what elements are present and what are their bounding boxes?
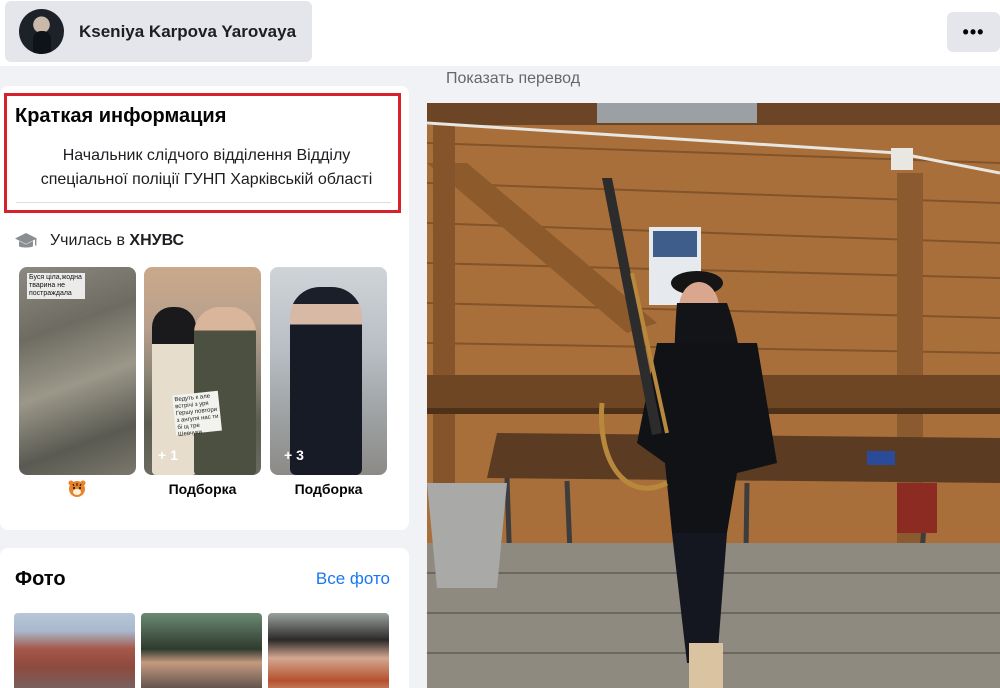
featured-item[interactable]: Буся ціла,жодна тварина не постраждала xyxy=(19,267,136,475)
show-translation-link[interactable]: Показать перевод xyxy=(446,70,580,88)
photos-title: Фото xyxy=(15,568,66,590)
photo-thumbnail[interactable] xyxy=(14,613,135,688)
all-photos-link[interactable]: Все фото xyxy=(316,569,390,589)
featured-count: + 1 xyxy=(158,447,178,463)
more-options-button[interactable]: ••• xyxy=(947,12,1000,52)
intro-bio: Начальник слідчого відділення Відділу сп… xyxy=(40,147,373,188)
education-row: Училась в ХНУВС xyxy=(14,229,184,253)
photo-thumbnail[interactable] xyxy=(268,613,389,688)
intro-card: Краткая информация Начальник слідчого ві… xyxy=(0,86,409,530)
featured-item[interactable]: Ведуть к але встрічі з уря Гершу повтори… xyxy=(144,267,261,475)
intro-title: Краткая информация xyxy=(15,105,227,127)
education-prefix: Училась в xyxy=(50,232,130,249)
avatar[interactable] xyxy=(19,9,64,54)
top-bar: Kseniya Karpova Yarovaya ••• xyxy=(0,0,1000,66)
featured-overlay-text: Буся ціла,жодна тварина не постраждала xyxy=(27,273,85,299)
featured-label[interactable]: Подборка xyxy=(270,481,387,497)
featured-overlay-text: Ведуть к але встрічі з уря Гершу повтори… xyxy=(172,390,222,438)
post-photo[interactable] xyxy=(427,103,1000,688)
post-photo-illustration xyxy=(427,103,1000,688)
featured-count: + 3 xyxy=(284,447,304,463)
featured-item[interactable]: + 3 xyxy=(270,267,387,475)
tiger-emoji-icon xyxy=(68,480,86,497)
photo-thumbnail[interactable] xyxy=(141,613,262,688)
featured-label[interactable]: Подборка xyxy=(144,481,261,497)
divider xyxy=(16,202,391,203)
profile-chip[interactable]: Kseniya Karpova Yarovaya xyxy=(5,1,312,62)
person-figure xyxy=(194,307,256,475)
education-school-link[interactable]: ХНУВС xyxy=(129,232,184,249)
education-text: Училась в ХНУВС xyxy=(50,232,184,250)
profile-name[interactable]: Kseniya Karpova Yarovaya xyxy=(79,22,296,42)
photos-card: Фото Все фото xyxy=(0,548,409,688)
graduation-cap-icon xyxy=(15,233,37,248)
